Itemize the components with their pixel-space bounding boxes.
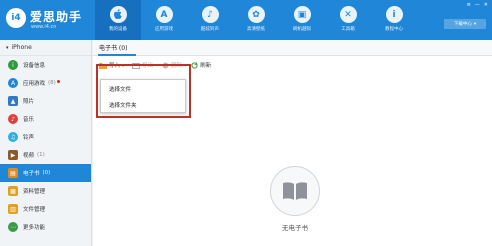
download-center-button[interactable]: 下载中心 ▾	[444, 19, 486, 29]
window-controls: ≡ — ✕	[467, 2, 488, 8]
appstore-icon: A	[155, 6, 173, 23]
sidebar-item-label: 音乐	[23, 117, 35, 123]
sidebar-item-music[interactable]: ♪ 音乐	[0, 110, 91, 128]
apps-icon: A	[8, 78, 18, 88]
sidebar-item-device-info[interactable]: i 设备信息	[0, 56, 91, 74]
device-info-icon: i	[8, 60, 18, 70]
close-icon[interactable]: ✕	[484, 2, 488, 8]
data-icon: ▦	[8, 186, 18, 196]
sidebar-item-label: 设备信息	[23, 63, 46, 69]
sidebar: ▾ iPhone i 设备信息 A 应用游戏 (8) ▲ 照片 ♪ 音乐 ♫ 铃…	[0, 40, 92, 246]
nav-label: 应用游戏	[155, 27, 173, 32]
sidebar-item-label: 视频	[23, 153, 35, 159]
bell-icon: ♪	[201, 6, 219, 23]
refresh-icon	[190, 61, 198, 69]
nav-label: 我的设备	[109, 27, 127, 32]
sidebar-item-count: (0)	[42, 170, 51, 176]
box-icon: ▣	[293, 6, 311, 23]
sidebar-item-ringtones[interactable]: ♫ 铃声	[0, 128, 91, 146]
sidebar-item-label: 照片	[23, 99, 35, 105]
sidebar-item-label: 铃声	[23, 135, 35, 141]
download-center-label: 下载中心	[453, 22, 472, 27]
app-logo: i4	[6, 8, 26, 28]
nav-wallpapers[interactable]: ✿ 高清壁纸	[233, 0, 279, 40]
nav-my-device[interactable]: 我的设备	[95, 0, 141, 40]
menu-item-select-folder[interactable]: 选择文件夹	[101, 98, 185, 112]
nav-ringtones[interactable]: ♪ 酷炫铃声	[187, 0, 233, 40]
nav-label: 酷炫铃声	[201, 27, 219, 32]
nav-label: 工具箱	[341, 27, 355, 32]
ebook-icon: ▤	[8, 168, 18, 178]
empty-state-text: 无电子书	[282, 224, 308, 232]
tab-bar: 电子书 (0)	[93, 40, 492, 56]
ringtone-icon: ♫	[8, 132, 18, 142]
tab-underline	[98, 54, 136, 56]
tools-icon: ✕	[339, 6, 357, 23]
chevron-down-icon: ▾	[473, 21, 477, 27]
nav-toolbox[interactable]: ✕ 工具箱	[325, 0, 371, 40]
sidebar-item-videos[interactable]: ▶ 视频 (1)	[0, 146, 91, 164]
nav-flash-jailbreak[interactable]: ▣ 刷机越狱	[279, 0, 325, 40]
more-icon: ⋯	[8, 222, 18, 232]
sidebar-item-ebooks[interactable]: ▤ 电子书 (0)	[0, 164, 91, 182]
nav-label: 教程中心	[385, 27, 403, 32]
brand-name: 爱思助手	[30, 10, 83, 24]
device-selector[interactable]: ▾ iPhone	[0, 40, 91, 56]
refresh-label: 刷新	[200, 63, 212, 69]
file-icon: ▥	[8, 204, 18, 214]
nav-label: 刷机越狱	[293, 27, 311, 32]
notification-dot	[56, 79, 60, 83]
main-nav: 我的设备 A 应用游戏 ♪ 酷炫铃声 ✿ 高清壁纸 ▣ 刷机越狱 ✕ 工具箱 i…	[95, 0, 417, 40]
top-bar: i4 爱思助手 www.i4.cn 我的设备 A 应用游戏 ♪ 酷炫铃声 ✿ 高…	[0, 0, 492, 40]
refresh-button[interactable]: 刷新	[190, 61, 211, 69]
menu-icon[interactable]: ≡	[467, 2, 471, 8]
brand-url: www.i4.cn	[31, 24, 57, 30]
sidebar-item-label: 应用游戏	[23, 81, 46, 87]
sidebar-item-photos[interactable]: ▲ 照片	[0, 92, 91, 110]
sidebar-item-more[interactable]: ⋯ 更多功能	[0, 218, 91, 236]
sidebar-item-label: 更多功能	[23, 225, 46, 231]
nav-apps-games[interactable]: A 应用游戏	[141, 0, 187, 40]
empty-state-icon	[270, 166, 320, 216]
sidebar-item-data-management[interactable]: ▦ 资料管理	[0, 182, 91, 200]
import-menu: 选择文件 选择文件夹	[100, 79, 186, 113]
sidebar-item-count: (1)	[37, 152, 45, 158]
device-name: iPhone	[11, 44, 32, 51]
sidebar-item-label: 电子书	[23, 171, 40, 177]
info-icon: i	[385, 6, 403, 23]
photos-icon: ▲	[8, 96, 18, 106]
book-icon	[283, 182, 307, 200]
menu-item-select-file[interactable]: 选择文件	[101, 82, 185, 96]
sidebar-item-file-management[interactable]: ▥ 文件管理	[0, 200, 91, 218]
sidebar-item-apps[interactable]: A 应用游戏 (8)	[0, 74, 91, 92]
chevron-down-icon: ▾	[6, 44, 9, 51]
nav-tutorials[interactable]: i 教程中心	[371, 0, 417, 40]
sidebar-item-label: 资料管理	[23, 189, 46, 195]
minimize-icon[interactable]: —	[475, 2, 480, 8]
sidebar-item-label: 文件管理	[23, 207, 46, 213]
apple-icon	[109, 6, 127, 23]
tab-ebooks[interactable]: 电子书 (0)	[99, 43, 127, 52]
video-icon: ▶	[8, 150, 18, 160]
nav-label: 高清壁纸	[247, 27, 265, 32]
music-icon: ♪	[8, 114, 18, 124]
wallpaper-icon: ✿	[247, 6, 265, 23]
sidebar-item-count: (8)	[48, 80, 56, 86]
